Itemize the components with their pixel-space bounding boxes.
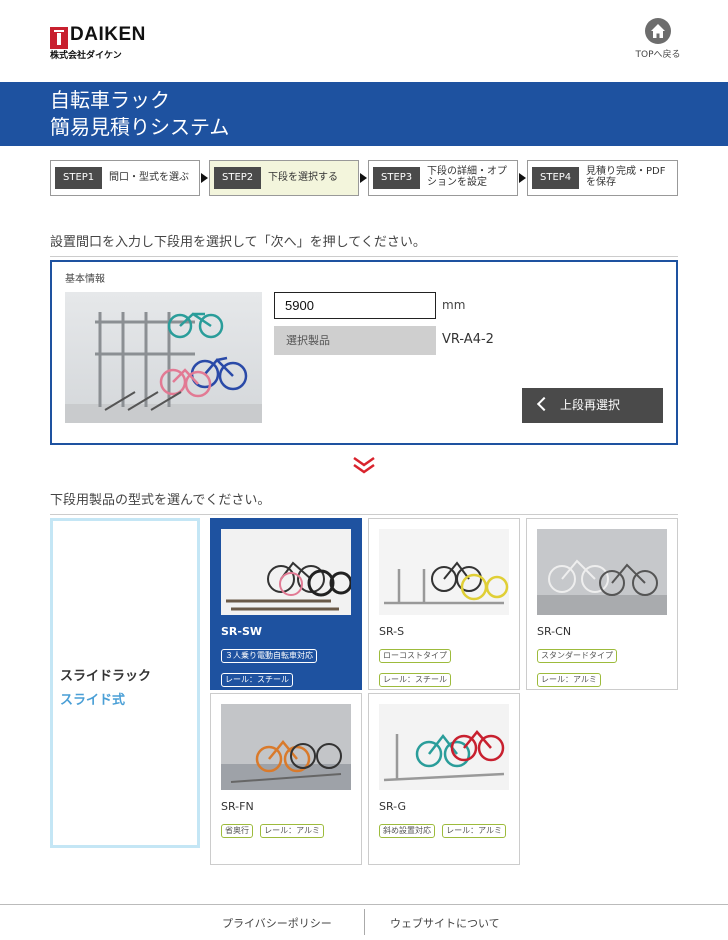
- upper-rack-photo: [65, 292, 262, 423]
- page-title-line2: 簡易見積りシステム: [50, 115, 230, 139]
- company-name: 株式会社ダイケン: [50, 51, 122, 61]
- step-badge: STEP1: [55, 167, 103, 189]
- product-tags: スタンダードタイプ レール：アルミ: [537, 643, 677, 691]
- product-tag: 斜め設置対応: [379, 824, 435, 838]
- width-unit: mm: [442, 298, 466, 312]
- product-photo: [221, 529, 351, 615]
- page-title: 自転車ラック 簡易見積りシステム: [50, 87, 229, 141]
- step-3: STEP3 下段の詳細・オプ ションを設定: [368, 160, 518, 196]
- lower-section-heading: 下段用製品の型式を選んでください。: [50, 489, 678, 515]
- product-photo: [221, 704, 351, 790]
- product-name: SR-G: [379, 800, 407, 813]
- product-tag: レール：アルミ: [442, 824, 507, 838]
- step-label: 下段の詳細・オプ ションを設定: [427, 166, 507, 188]
- product-photo: [537, 529, 667, 615]
- home-icon[interactable]: [645, 18, 671, 44]
- product-photo: [379, 704, 509, 790]
- step-arrow-icon: [360, 173, 367, 183]
- product-tag: レール：スチール: [221, 673, 293, 687]
- product-tag: 省奥行: [221, 824, 253, 838]
- product-tag: ３人乗り電動自転車対応: [221, 649, 317, 663]
- product-name: SR-S: [379, 625, 405, 638]
- step-badge: STEP2: [214, 167, 262, 189]
- product-card-sr-sw[interactable]: SR-SW ３人乗り電動自転車対応 レール：スチール: [210, 518, 362, 690]
- category-type: スライド式: [60, 693, 126, 708]
- product-tag: レール：アルミ: [260, 824, 325, 838]
- top-link-label[interactable]: TOPへ戻る: [634, 47, 682, 60]
- product-tag: レール：アルミ: [537, 673, 601, 687]
- product-card-sr-cn[interactable]: SR-CN スタンダードタイプ レール：アルミ: [526, 518, 678, 690]
- selected-product-label: 選択製品: [274, 326, 436, 355]
- page-title-line1: 自転車ラック: [50, 88, 170, 112]
- product-card-sr-g[interactable]: SR-G 斜め設置対応 レール：アルミ: [368, 693, 520, 865]
- product-tag: ローコストタイプ: [379, 649, 451, 663]
- selected-product-value: VR-A4-2: [442, 332, 494, 347]
- reselect-upper-button[interactable]: 上段再選択: [522, 388, 663, 423]
- product-tags: 斜め設置対応 レール：アルミ: [379, 818, 519, 842]
- category-name: スライドラック: [60, 669, 152, 684]
- step-label-line2: ションを設定: [427, 177, 487, 188]
- reselect-upper-label: 上段再選択: [560, 398, 621, 412]
- double-chevron-down-icon: [352, 456, 376, 478]
- step-badge: STEP4: [532, 167, 580, 189]
- product-name: SR-FN: [221, 800, 254, 813]
- chevron-left-icon: [536, 396, 552, 412]
- step-4: STEP4 見積り完成・PDF を保存: [527, 160, 678, 196]
- step-indicator: STEP1 間口・型式を選ぶ STEP2 下段を選択する STEP3 下段の詳細…: [50, 160, 678, 196]
- about-website-link[interactable]: ウェブサイトについて: [390, 915, 500, 931]
- step-label-line2: を保存: [586, 177, 616, 188]
- logo-wordmark: DAIKEN: [70, 24, 146, 45]
- product-tags: ローコストタイプ レール：スチール: [379, 643, 519, 691]
- footer-divider: [364, 909, 365, 935]
- privacy-policy-link[interactable]: プライバシーポリシー: [222, 915, 332, 931]
- top-link[interactable]: TOPへ戻る: [634, 18, 682, 60]
- step-2: STEP2 下段を選択する: [209, 160, 359, 196]
- product-tag: レール：スチール: [379, 673, 451, 687]
- product-name: SR-CN: [537, 625, 572, 638]
- header: DAIKEN 株式会社ダイケン TOPへ戻る: [0, 0, 728, 80]
- title-banner: 自転車ラック 簡易見積りシステム: [0, 82, 728, 146]
- step-label: 間口・型式を選ぶ: [109, 172, 189, 183]
- product-card-sr-s[interactable]: SR-S ローコストタイプ レール：スチール: [368, 518, 520, 690]
- product-tags: 省奥行 レール：アルミ: [221, 818, 361, 842]
- step-label-line1: 見積り完成・PDF: [586, 166, 666, 177]
- step-label: 下段を選択する: [268, 172, 338, 183]
- step-arrow-icon: [519, 173, 526, 183]
- step-badge: STEP3: [373, 167, 421, 189]
- product-tag: スタンダードタイプ: [537, 649, 617, 663]
- product-card-sr-fn[interactable]: SR-FN 省奥行 レール：アルミ: [210, 693, 362, 865]
- product-tags: ３人乗り電動自転車対応 レール：スチール: [221, 643, 361, 691]
- step-1: STEP1 間口・型式を選ぶ: [50, 160, 200, 196]
- instruction-text: 設置間口を入力し下段用を選択して「次へ」を押してください。: [50, 231, 678, 257]
- basic-info-panel: 基本情報 5900 mm 選択製品 VR-A4-2 上段再選択: [50, 260, 678, 445]
- category-slide-rack[interactable]: スライドラック スライド式: [50, 518, 200, 848]
- product-name: SR-SW: [221, 625, 263, 638]
- step-label: 見積り完成・PDF を保存: [586, 166, 665, 188]
- step-arrow-icon: [201, 173, 208, 183]
- step-label-line1: 下段の詳細・オプ: [427, 166, 507, 177]
- basic-info-label: 基本情報: [65, 274, 105, 285]
- footer: プライバシーポリシー ウェブサイトについて: [0, 904, 728, 940]
- daiken-logo-mark-icon: [50, 27, 68, 49]
- product-photo: [379, 529, 509, 615]
- installation-width-input[interactable]: 5900: [274, 292, 436, 319]
